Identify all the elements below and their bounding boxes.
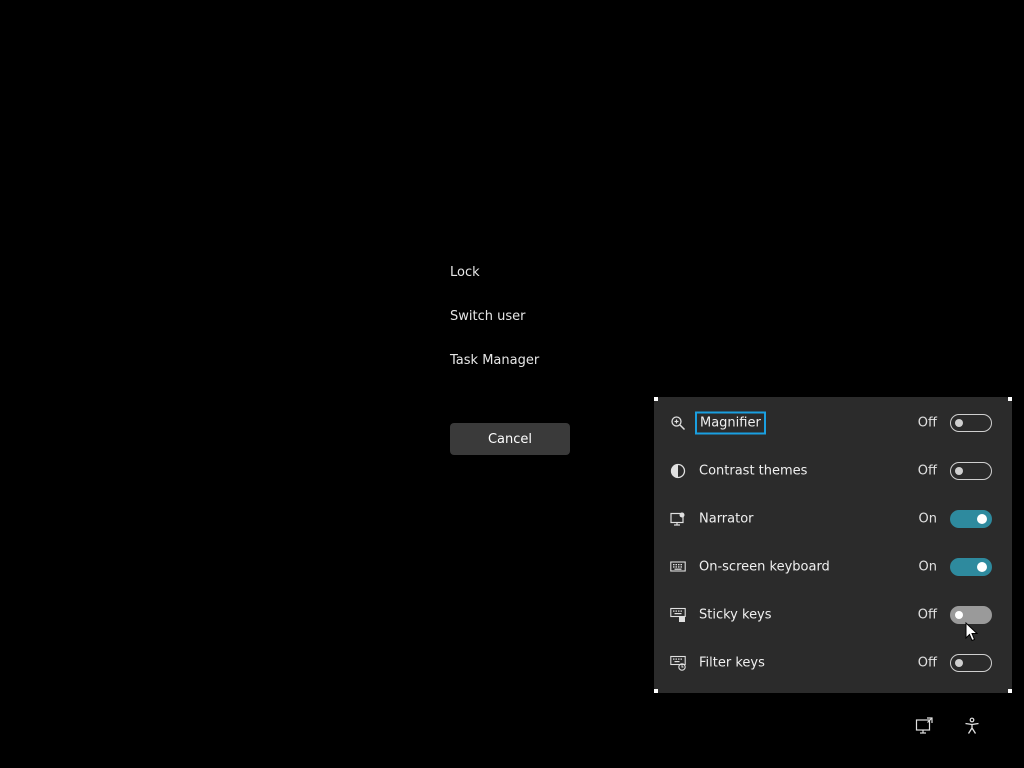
narrator-icon bbox=[669, 510, 687, 528]
contrast-themes-label: Contrast themes bbox=[699, 463, 808, 479]
sticky-keys-state: Off bbox=[917, 607, 937, 623]
magnifier-state: Off bbox=[917, 415, 937, 431]
toggle-knob bbox=[955, 467, 963, 475]
toggle-knob bbox=[955, 659, 963, 667]
toggle-knob bbox=[977, 514, 987, 524]
filter-keys-state: Off bbox=[917, 655, 937, 671]
accessibility-icon[interactable] bbox=[962, 716, 982, 736]
sticky-keys-label: Sticky keys bbox=[699, 607, 772, 623]
narrator-toggle[interactable] bbox=[950, 510, 992, 528]
filter-keys-label: Filter keys bbox=[699, 655, 765, 671]
switch-user-option[interactable]: Switch user bbox=[450, 309, 525, 324]
network-icon[interactable] bbox=[914, 716, 934, 736]
contrast-themes-toggle[interactable] bbox=[950, 462, 992, 480]
filter-keys-icon bbox=[669, 654, 687, 672]
panel-corner bbox=[1008, 689, 1012, 693]
toggle-knob bbox=[955, 419, 963, 427]
magnifier-toggle[interactable] bbox=[950, 414, 992, 432]
filter-keys-toggle[interactable] bbox=[950, 654, 992, 672]
narrator-row[interactable]: Narrator On bbox=[654, 495, 1012, 543]
toggle-knob bbox=[955, 611, 963, 619]
contrast-themes-row[interactable]: Contrast themes Off bbox=[654, 447, 1012, 495]
cancel-button[interactable]: Cancel bbox=[450, 423, 570, 455]
mouse-cursor-icon bbox=[965, 621, 979, 642]
filter-keys-row[interactable]: Filter keys Off bbox=[654, 639, 1012, 687]
panel-corner bbox=[654, 689, 658, 693]
on-screen-keyboard-row[interactable]: On-screen keyboard On bbox=[654, 543, 1012, 591]
narrator-state: On bbox=[918, 511, 937, 527]
on-screen-keyboard-label: On-screen keyboard bbox=[699, 559, 830, 575]
on-screen-keyboard-state: On bbox=[918, 559, 937, 575]
magnifier-label: Magnifier bbox=[695, 411, 766, 435]
narrator-label: Narrator bbox=[699, 511, 754, 527]
task-manager-option[interactable]: Task Manager bbox=[450, 353, 539, 368]
lock-option[interactable]: Lock bbox=[450, 265, 480, 280]
toggle-knob bbox=[977, 562, 987, 572]
contrast-themes-state: Off bbox=[917, 463, 937, 479]
sticky-keys-icon bbox=[669, 606, 687, 624]
magnifier-icon bbox=[669, 414, 687, 432]
contrast-icon bbox=[669, 462, 687, 480]
magnifier-row[interactable]: Magnifier Off bbox=[654, 399, 1012, 447]
accessibility-flyout: Magnifier Off Contrast themes Off Narrat… bbox=[654, 397, 1012, 693]
sticky-keys-row[interactable]: Sticky keys Off bbox=[654, 591, 1012, 639]
keyboard-icon bbox=[669, 558, 687, 576]
on-screen-keyboard-toggle[interactable] bbox=[950, 558, 992, 576]
